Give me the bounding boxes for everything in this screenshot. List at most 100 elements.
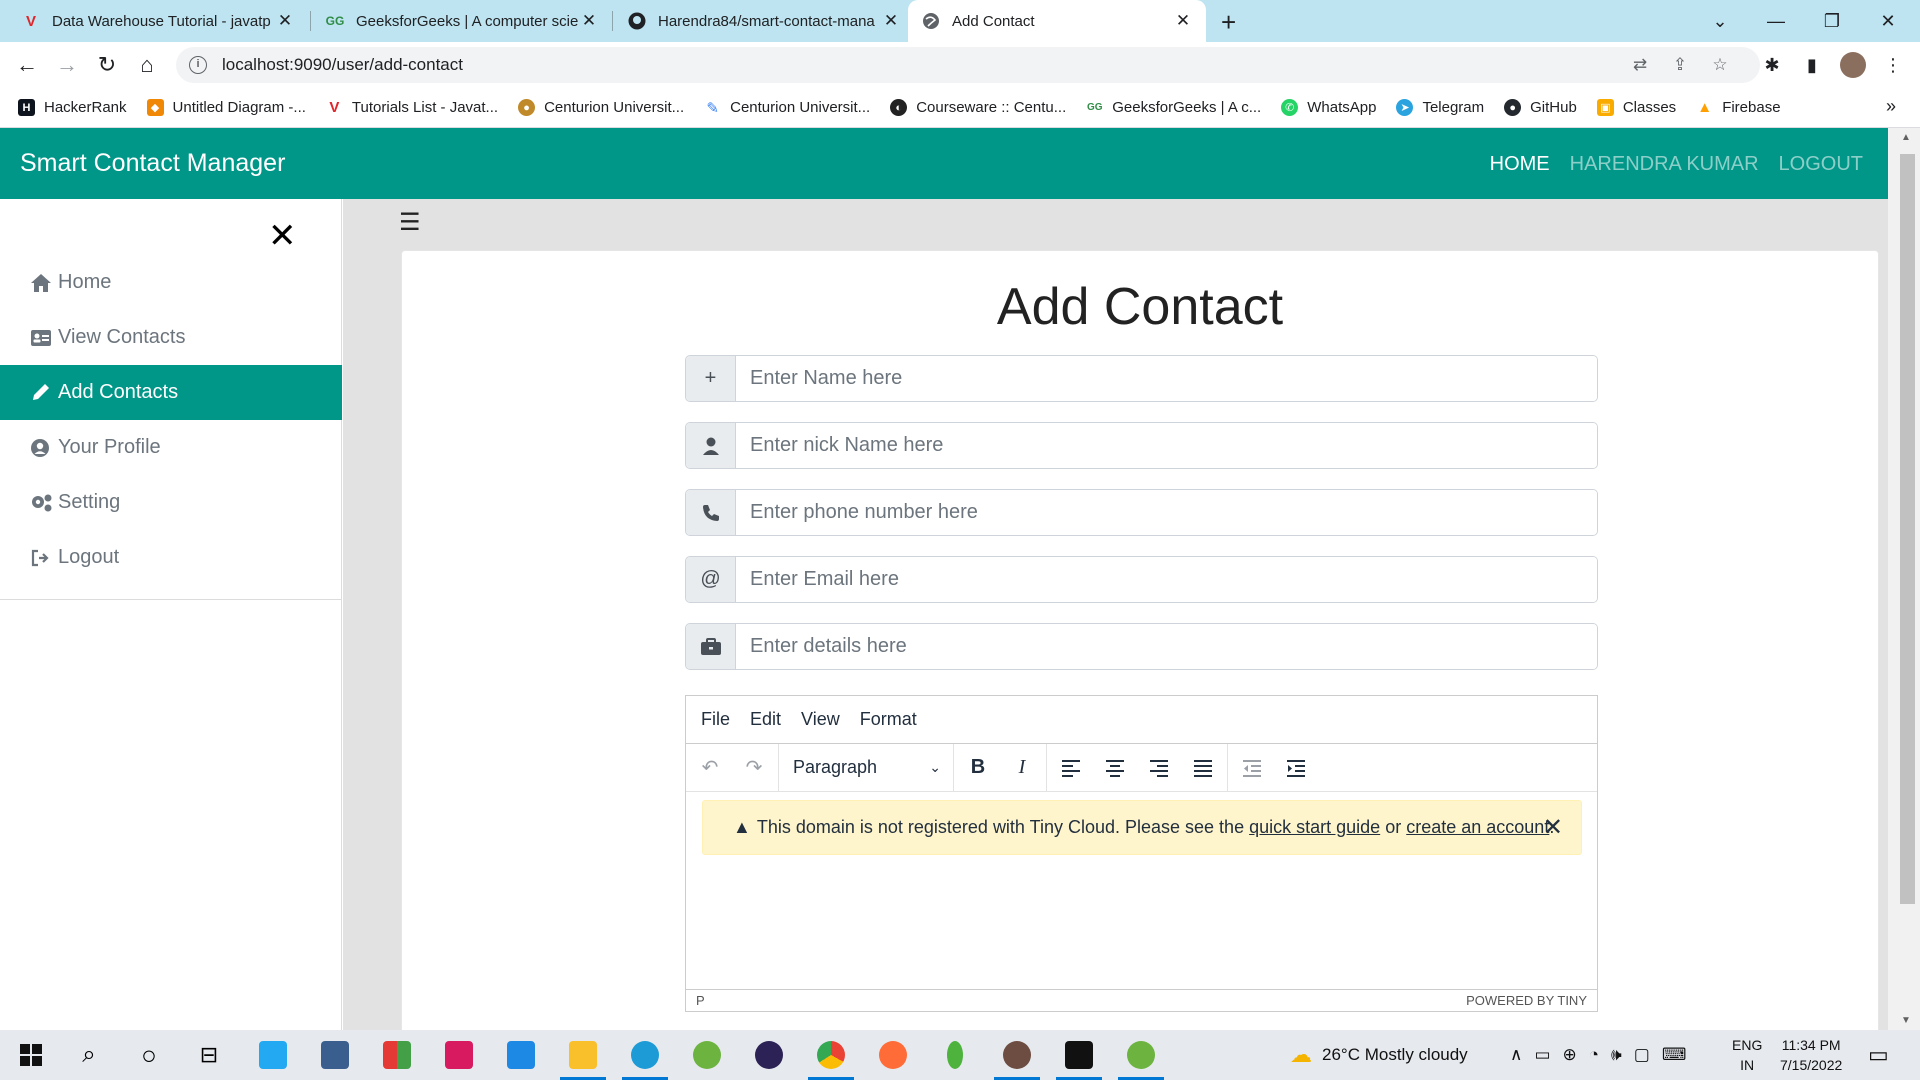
home-button[interactable]: ⌂ [132,50,162,80]
undo-icon[interactable]: ↶ [688,748,732,788]
url-text[interactable]: localhost:9090/user/add-contact [222,55,463,75]
intellij-icon[interactable] [430,1030,488,1080]
bookmark-item[interactable]: ● Centurion Universit... [518,99,684,116]
bold-icon[interactable]: B [956,748,1000,788]
terminal-icon[interactable] [1050,1030,1108,1080]
vscode-icon[interactable] [244,1030,302,1080]
indent-icon[interactable] [1274,748,1318,788]
battery-icon[interactable]: ▭ [1534,1045,1550,1065]
app-brand[interactable]: Smart Contact Manager [20,149,285,178]
page-scrollbar[interactable]: ▲ ▼ [1888,128,1920,1030]
meet-now-icon[interactable]: ▢ [1634,1045,1650,1065]
more-bookmarks-icon[interactable]: » [1886,96,1896,117]
menu-edit[interactable]: Edit [750,709,781,730]
bookmark-item[interactable]: ◐ Courseware :: Centu... [890,99,1066,116]
bookmark-item[interactable]: ▣ Classes [1596,99,1676,116]
cortana-icon[interactable]: ○ [120,1030,178,1080]
start-button[interactable] [2,1030,60,1080]
bookmark-item[interactable]: ▲ Firebase [1696,99,1780,116]
close-tab-icon[interactable]: ✕ [1174,11,1192,31]
paint-icon[interactable] [306,1030,364,1080]
address-bar[interactable]: i localhost:9090/user/add-contact ⇄ ⇪ ☆ [176,47,1760,83]
close-tab-icon[interactable]: ✕ [882,11,900,31]
bookmark-item[interactable]: ◆ Untitled Diagram -... [146,99,306,116]
align-right-icon[interactable] [1137,748,1181,788]
mongodb-icon[interactable] [926,1030,984,1080]
notifications-icon[interactable]: ▭ [1868,1030,1889,1080]
weather-widget[interactable]: ☁ 26°C Mostly cloudy [1290,1030,1468,1080]
bookmark-item[interactable]: GG GeeksforGeeks | A c... [1086,99,1261,116]
bookmark-item[interactable]: ✎ Centurion Universit... [704,99,870,117]
restore-button[interactable]: ❐ [1804,0,1860,42]
close-tab-icon[interactable]: ✕ [276,11,294,31]
align-center-icon[interactable] [1093,748,1137,788]
extensions-icon[interactable]: ✱ [1757,50,1787,80]
reload-button[interactable]: ↻ [92,50,122,80]
site-info-icon[interactable]: i [189,56,207,74]
browser-tab[interactable]: V Data Warehouse Tutorial - javatp ✕ [8,0,308,42]
details-input[interactable] [736,624,1597,669]
minimize-button[interactable]: — [1748,0,1804,42]
menu-view[interactable]: View [801,709,840,730]
bookmark-star-icon[interactable]: ☆ [1702,47,1738,83]
align-left-icon[interactable] [1049,748,1093,788]
profile-avatar[interactable] [1838,50,1868,80]
new-tab-button[interactable]: + [1221,7,1236,38]
create-account-link[interactable]: create an account [1406,817,1549,838]
sidebar-item-home[interactable]: Home [0,255,342,310]
bookmark-item[interactable]: V Tutorials List - Javat... [326,99,498,116]
side-panel-icon[interactable]: ▮ [1797,50,1827,80]
scrollbar-thumb[interactable] [1900,154,1915,904]
eclipse-icon[interactable] [740,1030,798,1080]
spring-tool-icon[interactable] [678,1030,736,1080]
align-justify-icon[interactable] [1181,748,1225,788]
close-notice-icon[interactable]: ✕ [1543,813,1563,842]
block-format-select[interactable]: Paragraph ⌄ [781,748,951,788]
scroll-down-icon[interactable]: ▼ [1901,1015,1911,1026]
nav-home-link[interactable]: HOME [1490,153,1550,176]
spring-boot-icon[interactable] [1112,1030,1170,1080]
bookmark-item[interactable]: ✆ WhatsApp [1281,99,1376,116]
sidebar-item-your-profile[interactable]: Your Profile [0,420,342,475]
menu-file[interactable]: File [701,709,730,730]
clock[interactable]: 11:34 PM 7/15/2022 [1780,1030,1842,1080]
chrome-icon[interactable] [802,1030,860,1080]
close-window-button[interactable]: ✕ [1860,0,1916,42]
browser-tab[interactable]: Harendra84/smart-contact-mana ✕ [614,0,914,42]
volume-icon[interactable]: 🕪 [1611,1045,1622,1065]
network-drive-icon[interactable]: ⊕ [1563,1045,1577,1065]
quick-start-guide-link[interactable]: quick start guide [1249,817,1380,838]
powered-by-tiny[interactable]: POWERED BY TINY [1466,993,1587,1008]
show-hidden-icons[interactable]: ∧ [1510,1045,1522,1065]
mail-icon[interactable] [492,1030,550,1080]
scroll-up-icon[interactable]: ▲ [1901,132,1911,143]
app-icon[interactable] [988,1030,1046,1080]
phone-input[interactable] [736,490,1597,535]
close-tab-icon[interactable]: ✕ [580,11,598,31]
forward-button[interactable]: → [52,50,82,80]
nickname-input[interactable] [736,423,1597,468]
sidebar-item-logout[interactable]: Logout [0,530,342,585]
italic-icon[interactable]: I [1000,748,1044,788]
apps-icon[interactable] [368,1030,426,1080]
browser-menu-icon[interactable]: ⋮ [1878,50,1908,80]
email-input[interactable] [736,557,1597,602]
sidebar-item-view-contacts[interactable]: View Contacts [0,310,342,365]
task-view-icon[interactable]: ⊟ [180,1030,238,1080]
name-input[interactable] [736,356,1597,401]
nav-user-link[interactable]: HARENDRA KUMAR [1570,153,1759,176]
back-button[interactable]: ← [12,50,42,80]
postman-icon[interactable] [864,1030,922,1080]
bookmark-item[interactable]: ● GitHub [1504,99,1577,116]
browser-tab[interactable]: GG GeeksforGeeks | A computer scie ✕ [312,0,612,42]
search-icon[interactable]: ⌕ [60,1030,118,1080]
redo-icon[interactable]: ↷ [732,748,776,788]
menu-format[interactable]: Format [860,709,917,730]
hamburger-menu-icon[interactable]: ☰ [399,208,421,237]
file-explorer-icon[interactable] [554,1030,612,1080]
keyboard-icon[interactable]: ⌨ [1662,1045,1687,1065]
share-icon[interactable]: ⇪ [1662,47,1698,83]
bookmark-item[interactable]: ➤ Telegram [1396,99,1484,116]
close-sidebar-icon[interactable]: ✕ [268,219,297,253]
nav-logout-link[interactable]: LOGOUT [1779,153,1863,176]
